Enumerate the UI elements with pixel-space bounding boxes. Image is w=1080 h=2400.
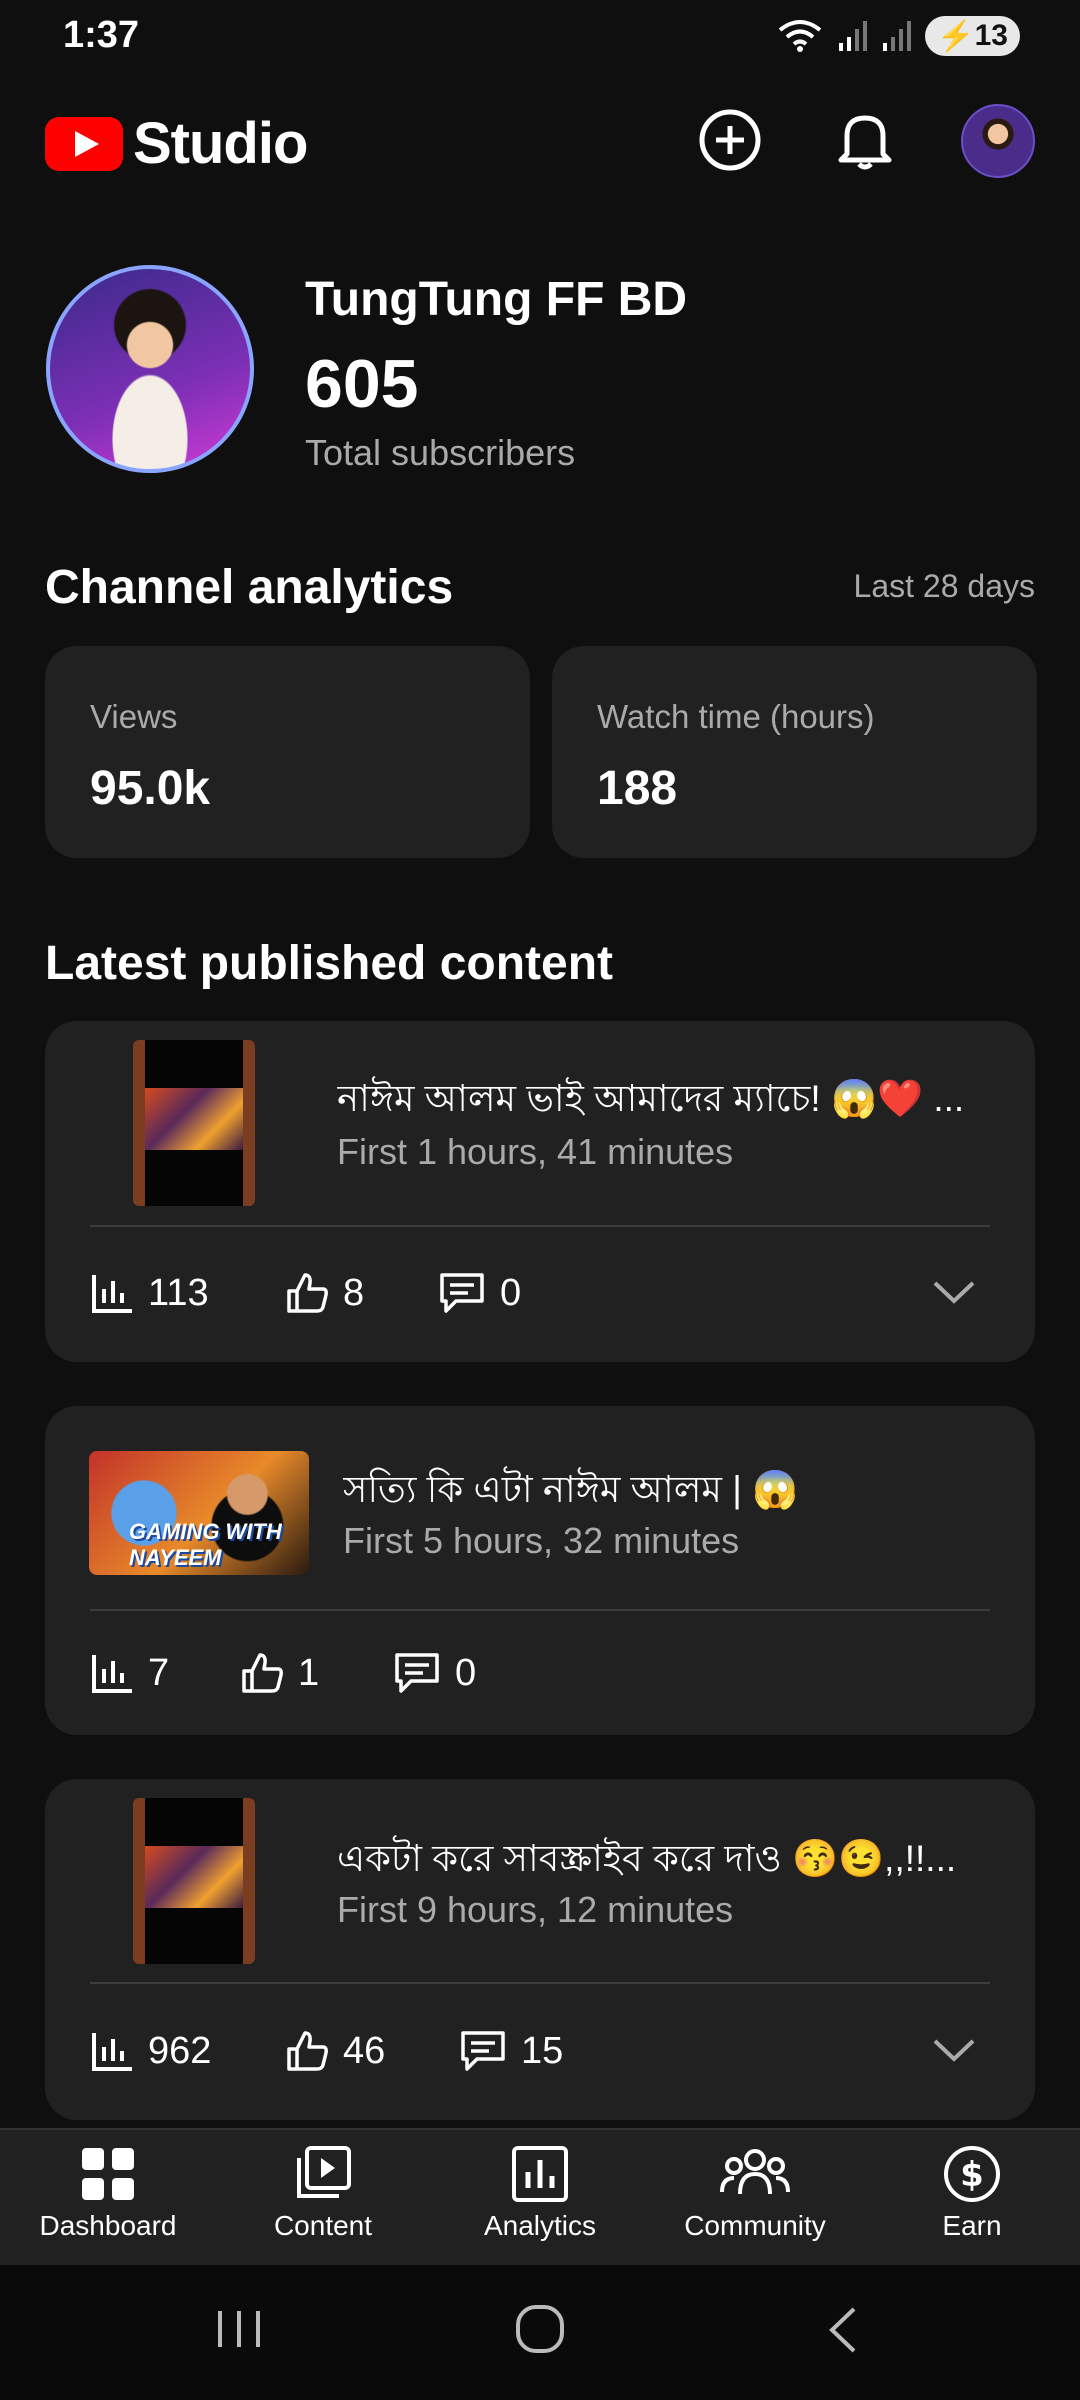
divider — [90, 1982, 990, 1984]
nav-analytics[interactable]: Analytics — [440, 2144, 640, 2242]
channel-name: TungTung FF BD — [305, 273, 688, 326]
chevron-down-icon[interactable] — [931, 1277, 977, 1307]
video-subtitle: First 5 hours, 32 minutes — [343, 1520, 740, 1561]
comments-count: 15 — [521, 2029, 564, 2072]
likes-count: 8 — [343, 1271, 365, 1314]
back-icon[interactable] — [822, 2303, 862, 2357]
svg-text:$: $ — [960, 2155, 984, 2195]
nav-label: Earn — [942, 2210, 1002, 2241]
battery-indicator: ⚡ 13 — [925, 16, 1020, 56]
watch-time-card[interactable]: Watch time (hours) 188 — [552, 646, 1037, 858]
views-count: 962 — [148, 2029, 212, 2072]
likes-count: 46 — [343, 2029, 386, 2072]
video-thumbnail[interactable] — [133, 1040, 255, 1206]
video-subtitle: First 1 hours, 41 minutes — [337, 1131, 734, 1172]
watch-time-value: 188 — [597, 762, 678, 815]
comment-icon — [440, 1273, 484, 1313]
account-avatar[interactable] — [961, 104, 1035, 178]
youtube-play-icon — [45, 116, 123, 171]
content-card[interactable]: নাঈম আলম ভাই আমাদের ম্যাচে! 😱❤️ ... Firs… — [45, 1021, 1035, 1362]
wifi-icon — [779, 20, 822, 52]
thumbnail-text: GAMING WITH NAYEEM — [129, 1519, 282, 1570]
nav-community[interactable]: Community — [655, 2144, 855, 2242]
divider — [90, 1225, 990, 1227]
youtube-studio-logo[interactable]: Studio — [45, 110, 308, 177]
status-icons: ⚡ 13 — [777, 16, 1020, 56]
views-value: 95.0k — [90, 762, 211, 815]
plus-circle-icon — [699, 109, 761, 171]
likes-stat: 46 — [285, 2029, 385, 2073]
views-stat: 7 — [90, 1651, 169, 1695]
nav-label: Community — [684, 2210, 826, 2241]
views-stat: 962 — [90, 2029, 211, 2073]
bar-chart-icon — [92, 1275, 132, 1313]
views-count: 113 — [148, 1271, 209, 1314]
comments-count: 0 — [500, 1271, 522, 1314]
chevron-down-icon[interactable] — [931, 2035, 977, 2065]
content-card[interactable]: GAMING WITH NAYEEM সত্যি কি এটা নাঈম আলম… — [45, 1406, 1035, 1735]
video-title[interactable]: একটা করে সাবস্ক্রাইব করে দাও 😚😉,,!!... — [337, 1829, 997, 1892]
comment-icon — [395, 1653, 439, 1693]
views-label: Views — [90, 698, 178, 735]
analytics-icon — [512, 2146, 568, 2202]
views-stat: 113 — [90, 1271, 209, 1315]
watch-time-label: Watch time (hours) — [597, 698, 875, 735]
comments-count: 0 — [455, 1651, 477, 1694]
nav-label: Analytics — [483, 2210, 597, 2241]
thumbs-up-icon — [287, 2031, 328, 2071]
nav-label: Content — [273, 2210, 373, 2241]
likes-stat: 1 — [240, 1651, 319, 1695]
notifications-button[interactable] — [830, 105, 900, 175]
status-time: 1:37 — [63, 14, 140, 56]
subscriber-label: Total subscribers — [305, 432, 576, 473]
comments-stat: 0 — [438, 1271, 521, 1315]
bar-chart-icon — [92, 1655, 132, 1693]
system-navigation-bar — [0, 2265, 1080, 2400]
bolt-icon: ⚡ — [937, 19, 975, 53]
bell-icon — [838, 115, 892, 170]
create-button[interactable] — [695, 105, 765, 175]
signal-icon — [839, 21, 868, 51]
community-icon — [720, 2149, 790, 2195]
video-thumbnail[interactable]: GAMING WITH NAYEEM — [89, 1451, 309, 1575]
channel-avatar[interactable] — [46, 265, 254, 473]
recent-apps-icon[interactable] — [214, 2305, 264, 2353]
video-title[interactable]: নাঈম আলম ভাই আমাদের ম্যাচে! 😱❤️ ... — [337, 1069, 997, 1132]
likes-stat: 8 — [285, 1271, 364, 1315]
bottom-navigation: Dashboard Content Analytics Community $ … — [0, 2128, 1080, 2267]
signal-icon-2 — [883, 21, 912, 51]
logo-text: Studio — [133, 111, 308, 176]
video-subtitle: First 9 hours, 12 minutes — [337, 1889, 734, 1930]
home-icon[interactable] — [514, 2301, 566, 2357]
nav-content[interactable]: Content — [223, 2144, 423, 2242]
analytics-period: Last 28 days — [853, 568, 1035, 604]
comment-icon — [461, 2031, 505, 2071]
nav-earn[interactable]: $ Earn — [872, 2144, 1072, 2242]
nav-dashboard[interactable]: Dashboard — [8, 2144, 208, 2242]
content-card[interactable]: একটা করে সাবস্ক্রাইব করে দাও 😚😉,,!!... F… — [45, 1779, 1035, 2120]
analytics-title: Channel analytics — [45, 561, 454, 614]
likes-count: 1 — [298, 1651, 320, 1694]
views-count: 7 — [148, 1651, 170, 1694]
comments-stat: 15 — [459, 2029, 563, 2073]
video-thumbnail[interactable] — [133, 1798, 255, 1964]
battery-level: 13 — [974, 19, 1008, 52]
comments-stat: 0 — [393, 1651, 476, 1695]
views-card[interactable]: Views 95.0k — [45, 646, 530, 858]
divider — [90, 1609, 990, 1611]
bar-chart-icon — [92, 2033, 132, 2071]
earn-icon: $ — [944, 2146, 1000, 2202]
video-title[interactable]: সত্যি কি এটা নাঈম আলম | 😱 — [343, 1460, 993, 1523]
subscriber-count: 605 — [305, 346, 419, 422]
thumbs-up-icon — [242, 1653, 283, 1693]
latest-content-title: Latest published content — [45, 937, 614, 990]
content-icon — [297, 2146, 351, 2198]
dashboard-icon — [82, 2148, 134, 2200]
thumbs-up-icon — [287, 1273, 328, 1313]
nav-label: Dashboard — [39, 2210, 177, 2241]
